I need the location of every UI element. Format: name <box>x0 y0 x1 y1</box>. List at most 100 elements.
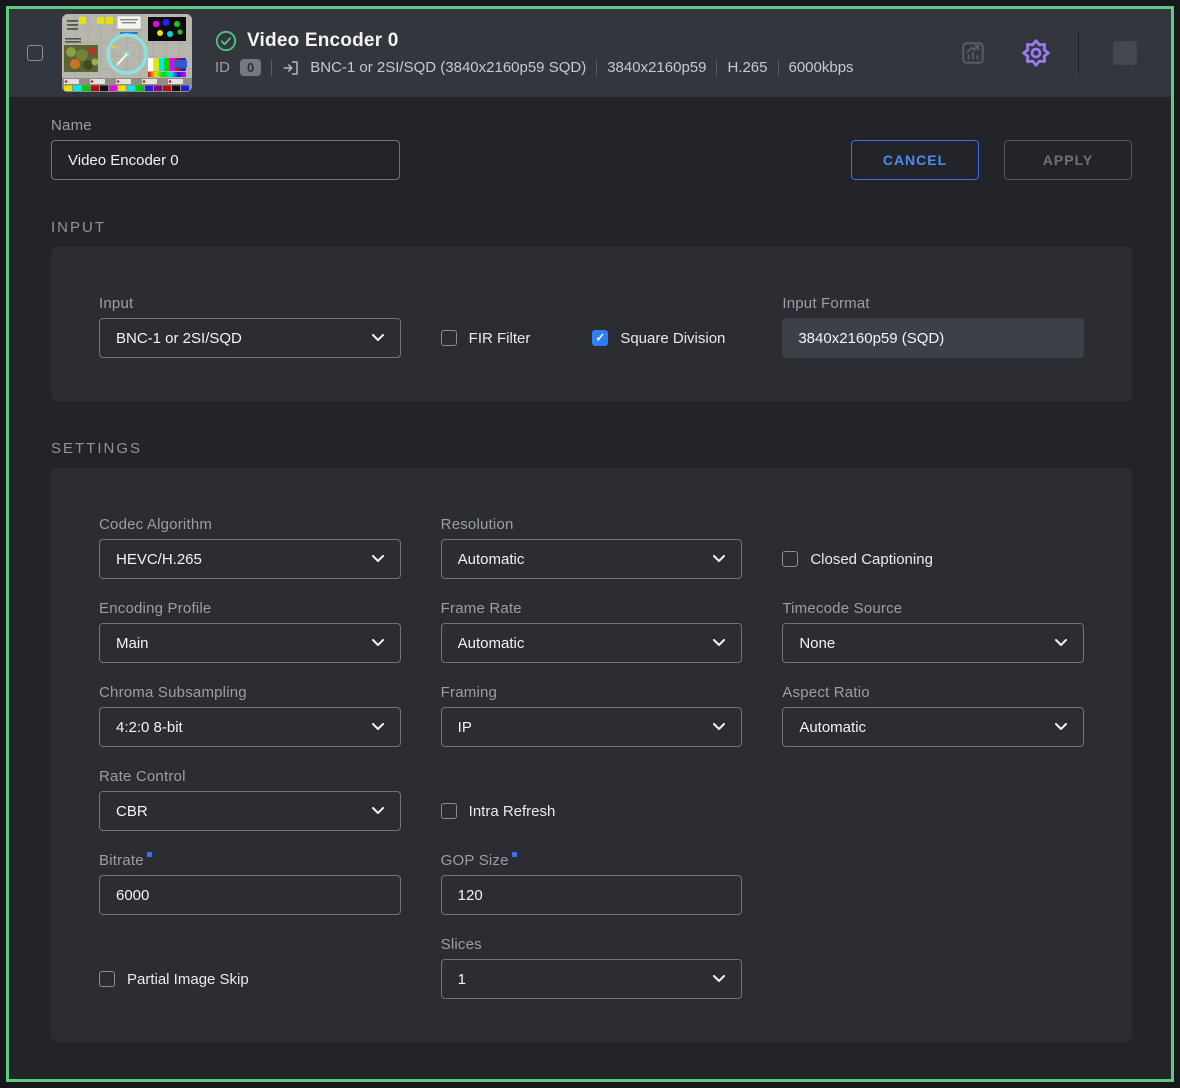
settings-gear-button[interactable] <box>1018 35 1054 71</box>
chevron-down-icon <box>372 807 384 815</box>
divider <box>778 60 779 76</box>
timecode-source-field: Timecode Source None <box>782 600 1084 663</box>
name-row: Name CANCEL APPLY <box>51 117 1132 180</box>
id-label: ID <box>215 59 230 76</box>
codec-algorithm-select[interactable]: HEVC/H.265 <box>99 539 401 579</box>
chevron-down-icon <box>372 639 384 647</box>
intra-refresh-checkbox-row[interactable]: Intra Refresh <box>441 768 743 831</box>
input-format-field: Input Format 3840x2160p59 (SQD) <box>782 295 1084 358</box>
divider <box>716 60 717 76</box>
settings-section-title: SETTINGS <box>51 440 1132 457</box>
stats-button[interactable] <box>956 36 990 70</box>
spacer <box>782 768 1084 831</box>
square-division-label: Square Division <box>620 330 725 347</box>
codec-algorithm-field: Codec Algorithm HEVC/H.265 <box>99 516 401 579</box>
aspect-ratio-field: Aspect Ratio Automatic <box>782 684 1084 747</box>
encoder-header: Video Encoder 0 ID 0 BNC-1 or 2SI/SQD (3… <box>9 9 1171 97</box>
page-background: Video Encoder 0 ID 0 BNC-1 or 2SI/SQD (3… <box>0 0 1180 1088</box>
chevron-down-icon <box>372 334 384 342</box>
chroma-subsampling-field: Chroma Subsampling 4:2:0 8-bit <box>99 684 401 747</box>
encoder-title-block: Video Encoder 0 ID 0 BNC-1 or 2SI/SQD (3… <box>215 30 854 77</box>
chevron-down-icon <box>713 723 725 731</box>
encoding-profile-field: Encoding Profile Main <box>99 600 401 663</box>
encoder-subtitle: ID 0 BNC-1 or 2SI/SQD (3840x2160p59 SQD)… <box>215 59 854 77</box>
resolution-field: Resolution Automatic <box>441 516 743 579</box>
rate-control-field: Rate Control CBR <box>99 768 401 831</box>
stream-resolution: 3840x2160p59 <box>607 59 706 76</box>
line-chart-icon <box>960 40 986 66</box>
header-divider <box>1078 33 1079 73</box>
timecode-source-select[interactable]: None <box>782 623 1084 663</box>
partial-image-skip-checkbox[interactable] <box>99 971 115 987</box>
spacer <box>782 936 1084 999</box>
bitrate-label: Bitrate <box>99 852 144 869</box>
stream-bitrate: 6000kbps <box>789 59 854 76</box>
header-select-checkbox[interactable] <box>27 45 43 61</box>
bitrate-input[interactable] <box>99 875 401 915</box>
encoder-card: Video Encoder 0 ID 0 BNC-1 or 2SI/SQD (3… <box>6 6 1174 1082</box>
divider <box>271 60 272 76</box>
input-format-value: 3840x2160p59 (SQD) <box>782 318 1084 358</box>
header-square-indicator[interactable] <box>1113 41 1137 65</box>
fir-filter-label: FIR Filter <box>469 330 531 347</box>
input-select[interactable]: BNC-1 or 2SI/SQD <box>99 318 401 358</box>
aspect-ratio-select[interactable]: Automatic <box>782 707 1084 747</box>
rate-control-select[interactable]: CBR <box>99 791 401 831</box>
framing-field: Framing IP <box>441 684 743 747</box>
input-section-title: INPUT <box>51 219 1132 236</box>
encoding-profile-select[interactable]: Main <box>99 623 401 663</box>
header-actions <box>956 33 1137 73</box>
chevron-down-icon <box>372 555 384 563</box>
chevron-down-icon <box>372 723 384 731</box>
input-panel: Input BNC-1 or 2SI/SQD FIR Filter <box>51 247 1132 401</box>
square-division-checkbox-row[interactable]: Square Division <box>592 330 725 347</box>
chevron-down-icon <box>1055 723 1067 731</box>
framing-select[interactable]: IP <box>441 707 743 747</box>
bitrate-field: Bitrate <box>99 852 401 915</box>
chevron-down-icon <box>713 639 725 647</box>
apply-button[interactable]: APPLY <box>1004 140 1132 180</box>
partial-image-skip-checkbox-row[interactable]: Partial Image Skip <box>99 936 401 999</box>
chevron-down-icon <box>1055 639 1067 647</box>
chevron-down-icon <box>713 555 725 563</box>
required-marker <box>147 852 152 857</box>
input-format-label: Input Format <box>782 295 1084 312</box>
frame-rate-select[interactable]: Automatic <box>441 623 743 663</box>
name-label: Name <box>51 117 400 134</box>
input-snapshot-thumbnail[interactable] <box>62 14 192 92</box>
fir-filter-checkbox[interactable] <box>441 330 457 346</box>
stream-codec: H.265 <box>727 59 767 76</box>
gop-size-input[interactable] <box>441 875 743 915</box>
cancel-button[interactable]: CANCEL <box>851 140 979 180</box>
frame-rate-field: Frame Rate Automatic <box>441 600 743 663</box>
encoder-id-badge: 0 <box>240 59 261 76</box>
fir-filter-checkbox-row[interactable]: FIR Filter <box>441 330 531 347</box>
spacer <box>782 852 1084 915</box>
closed-captioning-checkbox-row[interactable]: Closed Captioning <box>782 516 1084 579</box>
gear-icon <box>1022 39 1050 67</box>
encoder-title: Video Encoder 0 <box>247 30 399 52</box>
closed-captioning-checkbox[interactable] <box>782 551 798 567</box>
slices-field: Slices 1 <box>441 936 743 999</box>
required-marker <box>512 852 517 857</box>
input-field: Input BNC-1 or 2SI/SQD <box>99 295 401 358</box>
input-checkboxes: FIR Filter Square Division <box>441 295 743 358</box>
name-input[interactable] <box>51 140 400 180</box>
slices-select[interactable]: 1 <box>441 959 743 999</box>
input-section: INPUT Input BNC-1 or 2SI/SQD <box>51 219 1132 401</box>
encoder-form: Name CANCEL APPLY INPUT Input BNC-1 or 2… <box>9 97 1171 1079</box>
resolution-select[interactable]: Automatic <box>441 539 743 579</box>
chroma-subsampling-select[interactable]: 4:2:0 8-bit <box>99 707 401 747</box>
divider <box>596 60 597 76</box>
input-label: Input <box>99 295 401 312</box>
chevron-down-icon <box>713 975 725 983</box>
square-division-checkbox[interactable] <box>592 330 608 346</box>
intra-refresh-checkbox[interactable] <box>441 803 457 819</box>
input-select-value: BNC-1 or 2SI/SQD <box>116 330 242 347</box>
gop-size-field: GOP Size <box>441 852 743 915</box>
gop-size-label: GOP Size <box>441 852 509 869</box>
settings-section: SETTINGS Codec Algorithm HEVC/H.265 Reso… <box>51 440 1132 1042</box>
input-source-icon <box>282 59 300 77</box>
settings-panel: Codec Algorithm HEVC/H.265 Resolution Au… <box>51 468 1132 1042</box>
input-summary: BNC-1 or 2SI/SQD (3840x2160p59 SQD) <box>310 59 586 76</box>
